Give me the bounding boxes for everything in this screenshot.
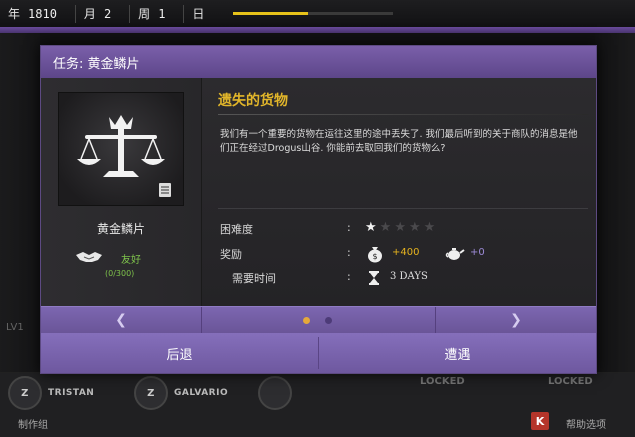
relation-status: 友好 — [121, 255, 141, 266]
hero-name: GALVARIO — [174, 388, 229, 398]
difficulty-label: 困难度 — [220, 223, 253, 236]
time-required: 3 DAYS — [390, 271, 428, 282]
star-empty-icon: ★ — [379, 220, 392, 235]
handshake-icon — [74, 249, 104, 269]
star-filled-icon: ★ — [365, 220, 377, 235]
quest-pager: ❮ ❯ — [41, 306, 596, 333]
difficulty-stars: ★ ★ ★ ★ ★ — [365, 221, 438, 235]
quest-title: 遗失的货物 — [218, 93, 288, 109]
money-bag-icon: $ — [365, 245, 385, 267]
chevron-right-icon[interactable]: ❯ — [503, 310, 529, 330]
time-label: 需要时间 — [232, 272, 276, 285]
year-label: 年 — [8, 7, 21, 21]
faction-pane: 黄金鳞片 友好 (0/300) — [41, 78, 202, 306]
sleep-icon: Z — [8, 376, 42, 410]
hero-name: TRISTAN — [48, 388, 95, 398]
page-dot[interactable] — [325, 317, 332, 324]
teapot-icon — [445, 245, 465, 267]
svg-text:$: $ — [372, 252, 377, 261]
day-progress-bar — [233, 12, 393, 15]
dialog-buttons: 后退 遭遇 — [41, 333, 596, 373]
dialog-body: 黄金鳞片 友好 (0/300) 遗失的货物 我们有一个重要的货物在运往这里的途中… — [41, 78, 596, 306]
locked-slot: LOCKED — [548, 376, 593, 387]
divider — [435, 307, 436, 333]
month-segment: 月 2 — [76, 0, 111, 27]
month-label: 月 — [83, 7, 96, 21]
help-options-link[interactable]: 帮助选项 — [566, 416, 606, 431]
divider — [201, 307, 202, 333]
week-segment: 周 1 — [130, 0, 165, 27]
k-icon: K — [531, 412, 549, 430]
hero-slot[interactable]: Z GALVARIO — [134, 375, 228, 411]
relation-progress: (0/300) — [105, 269, 135, 278]
year-segment: 年 1810 — [0, 0, 57, 27]
reward-gold: +400 — [392, 247, 420, 258]
hero-slot[interactable] — [258, 375, 298, 411]
balance-scales-icon — [58, 92, 184, 206]
divider — [218, 114, 588, 115]
back-button[interactable]: 后退 — [41, 333, 318, 373]
star-empty-icon: ★ — [394, 220, 406, 235]
dialog-title: 任务: 黄金鳞片 — [53, 56, 140, 72]
hero-slot[interactable]: Z TRISTAN — [8, 375, 94, 411]
quest-pane: 遗失的货物 我们有一个重要的货物在运往这里的途中丢失了. 我们最后听到的关于商队… — [202, 78, 596, 306]
day-progress-fill — [233, 12, 309, 15]
chevron-left-icon[interactable]: ❮ — [108, 310, 134, 330]
week-label: 周 — [138, 7, 151, 21]
empty-slot-icon — [258, 376, 292, 410]
locked-slot: LOCKED — [420, 376, 465, 387]
faction-name: 黄金鳞片 — [96, 222, 145, 236]
accept-button[interactable]: 遭遇 — [319, 333, 596, 373]
page-dot-active[interactable] — [303, 317, 310, 324]
year-value: 1810 — [28, 6, 57, 21]
week-value: 1 — [158, 6, 166, 21]
star-empty-icon: ★ — [408, 220, 421, 235]
divider — [218, 208, 588, 209]
colon: : — [347, 246, 351, 259]
quest-dialog: 任务: 黄金鳞片 黄金鳞片 友好 (0/300) 遗失的货物 我们有一个重要的货… — [40, 45, 597, 374]
reward-label: 奖励 — [220, 248, 242, 261]
dialog-header: 任务: 黄金鳞片 — [41, 46, 596, 78]
star-empty-icon: ★ — [423, 220, 436, 235]
day-segment: 日 — [184, 0, 204, 27]
sleep-icon: Z — [134, 376, 168, 410]
day-label: 日 — [192, 7, 205, 21]
quest-description: 我们有一个重要的货物在运往这里的途中丢失了. 我们最后听到的关于商队的消息是他们… — [220, 129, 578, 154]
month-value: 2 — [103, 6, 112, 21]
credits-link[interactable]: 制作组 — [18, 416, 48, 431]
colon: : — [347, 270, 351, 283]
hourglass-icon — [367, 270, 381, 290]
reward-influence: +0 — [470, 247, 485, 258]
colon: : — [347, 221, 351, 234]
